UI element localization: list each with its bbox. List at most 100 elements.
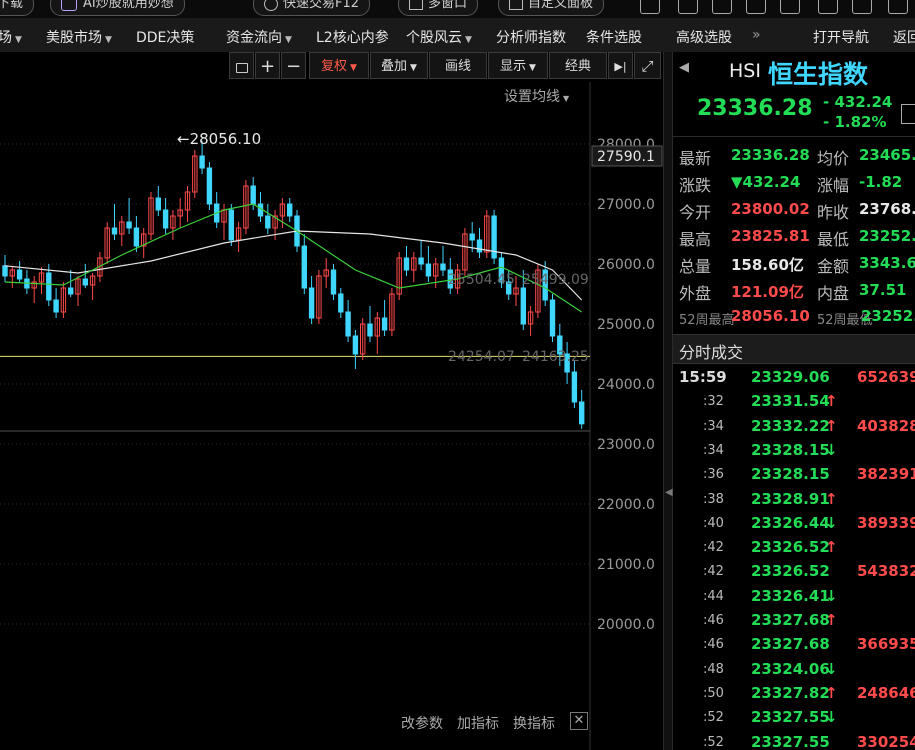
tick-volume: 652639	[857, 368, 915, 386]
menu-item-l2[interactable]: L2核心内参	[316, 27, 389, 47]
overlay-button[interactable]: 叠加 ▼	[370, 52, 428, 79]
skin-icon[interactable]	[746, 0, 766, 14]
quote-label: 外盘	[679, 284, 712, 303]
custom-layout-button[interactable]: 自定义面板	[498, 0, 605, 16]
quote-label: 今开	[679, 203, 712, 222]
menu-item-label: 场	[0, 30, 12, 46]
menu-item-advanced-select[interactable]: 高级选股	[676, 27, 732, 47]
fullscreen-button[interactable]: ⤢	[634, 52, 661, 79]
kline-chart[interactable]: 28000.0 27000.0 26000.0 25000.0 24000.0 23000…	[0, 82, 663, 750]
candle-body	[338, 293, 344, 313]
y-tick-label: 24000.0	[597, 377, 655, 393]
message-icon[interactable]	[712, 0, 732, 14]
ma-setting-button[interactable]: 设置均线 ▼	[504, 86, 569, 106]
add-indicator-button[interactable]: 加指标	[457, 713, 499, 733]
menu-item-market[interactable]: 场 ▼	[0, 27, 22, 47]
multi-window-button[interactable]: 多窗口	[398, 0, 479, 16]
tick-row: :40 23326.44 ↓ 389339	[673, 514, 915, 538]
arrow-up-icon: ↑	[825, 392, 838, 411]
price-change: - 432.24	[823, 93, 893, 111]
collapse-arrow-icon[interactable]: ◀	[665, 487, 673, 498]
price-tag-label: 27590.1	[597, 149, 655, 165]
tick-time: :52	[703, 734, 724, 750]
menu-item-stock-news[interactable]: 个股风云 ▼	[406, 27, 472, 47]
candle-body	[265, 215, 271, 229]
tick-row: :34 23328.15 ↓	[673, 441, 915, 465]
tick-row: :34 23332.22 ↑ 403828	[673, 417, 915, 441]
minimize-icon[interactable]	[818, 0, 838, 14]
w52-high-label: 52周最高	[679, 313, 735, 328]
tick-row: :42 23326.52 543832	[673, 562, 915, 586]
play-button[interactable]: ▶|	[608, 52, 633, 79]
menu-icon[interactable]	[780, 0, 800, 14]
close-indicator-icon[interactable]: ✕	[570, 712, 588, 730]
maximize-icon[interactable]	[852, 0, 872, 14]
arrow-down-icon: ↓	[825, 586, 838, 605]
tick-time: :34	[703, 442, 724, 458]
quote-label: 内盘	[817, 284, 850, 303]
candle-body	[549, 299, 556, 337]
candle-body	[46, 272, 52, 301]
menu-item-condition-select[interactable]: 条件选股	[586, 27, 642, 47]
menu-item-dde[interactable]: DDE决策	[136, 27, 194, 47]
tick-row: :52 23327.55 330254	[673, 733, 915, 750]
peak-label: ←28056.10	[177, 130, 261, 148]
quote-label: 最低	[817, 230, 850, 249]
panel-splitter[interactable]: ◀	[663, 52, 673, 750]
settings-icon[interactable]	[640, 0, 660, 14]
back-button[interactable]: 返回	[893, 27, 915, 47]
tick-volume: 330254	[857, 732, 915, 750]
side-expand-icon[interactable]	[901, 104, 915, 124]
arrow-up-icon: ↑	[825, 538, 838, 557]
kline-chart-svg: 28000.027000.026000.025000.024000.023000…	[0, 82, 663, 750]
draw-line-button[interactable]: 画线	[429, 52, 487, 79]
ai-stock-button[interactable]: AI炒股就用妙想	[50, 0, 185, 16]
divider	[673, 136, 915, 137]
menu-more-button[interactable]: »	[752, 27, 761, 43]
quote-value: 23800.02	[731, 200, 810, 218]
zoom-out-button[interactable]: −	[281, 52, 306, 79]
y-tick-label: 20000.0	[597, 617, 655, 633]
prev-stock-icon[interactable]: ◀	[679, 60, 689, 75]
change-param-button[interactable]: 改参数	[401, 713, 443, 733]
y-tick-label: 25000.0	[597, 317, 655, 333]
tick-row: 15:59 23329.06 652639	[673, 368, 915, 392]
user-icon[interactable]	[678, 0, 698, 14]
arrow-down-icon: ↓	[825, 513, 838, 532]
tick-volume: 366935	[857, 635, 915, 654]
tick-time: :40	[703, 515, 724, 531]
candle-body	[403, 257, 410, 271]
quote-label: 总量	[679, 257, 712, 276]
chart-toolbar: + − 复权 ▼ 叠加 ▼ 画线 显示 ▼ 经典 ▶| ⤢	[0, 52, 663, 81]
tick-price: 23324.06	[751, 659, 830, 678]
switch-indicator-button[interactable]: 换指标	[513, 713, 555, 733]
arrow-up-icon: ↑	[825, 611, 838, 629]
classic-button[interactable]: 经典	[549, 52, 607, 79]
y-tick-label: 26000.0	[597, 257, 655, 273]
top-bar: 下载 AI炒股就用妙想 快速交易F12 多窗口 自定义面板	[0, 0, 915, 18]
menu-item-capital-flow[interactable]: 资金流向 ▼	[226, 27, 292, 47]
ma-value-label: 25504.45	[448, 272, 515, 288]
tick-price: 23326.44	[751, 513, 830, 532]
candle-body	[199, 155, 205, 169]
tick-row: :52 23327.55 ↓	[673, 708, 915, 732]
zoom-in-button[interactable]: +	[255, 52, 280, 79]
tick-time: :48	[703, 661, 724, 677]
w52-high-value: 28056.10	[731, 307, 810, 325]
lock-button[interactable]	[229, 52, 254, 79]
quote-value: -1.82	[859, 173, 903, 191]
stock-name: 恒生指数	[768, 60, 869, 89]
display-button[interactable]: 显示 ▼	[488, 52, 548, 79]
menu-item-us-stocks[interactable]: 美股市场 ▼	[46, 27, 112, 47]
display-label: 显示	[500, 59, 527, 74]
adjust-button[interactable]: 复权 ▼	[309, 52, 369, 79]
tick-time: :46	[703, 613, 724, 628]
quote-value: 37.51	[859, 281, 907, 299]
quick-trade-button[interactable]: 快速交易F12	[253, 0, 371, 16]
close-icon[interactable]	[888, 0, 908, 14]
download-button[interactable]: 下载	[0, 0, 35, 16]
menu-item-analyst-index[interactable]: 分析师指数	[496, 27, 566, 47]
open-nav-button[interactable]: 打开导航	[813, 27, 869, 47]
tick-row: :42 23326.52 ↑	[673, 538, 915, 562]
hline-value-label: 24163.25	[522, 349, 589, 365]
